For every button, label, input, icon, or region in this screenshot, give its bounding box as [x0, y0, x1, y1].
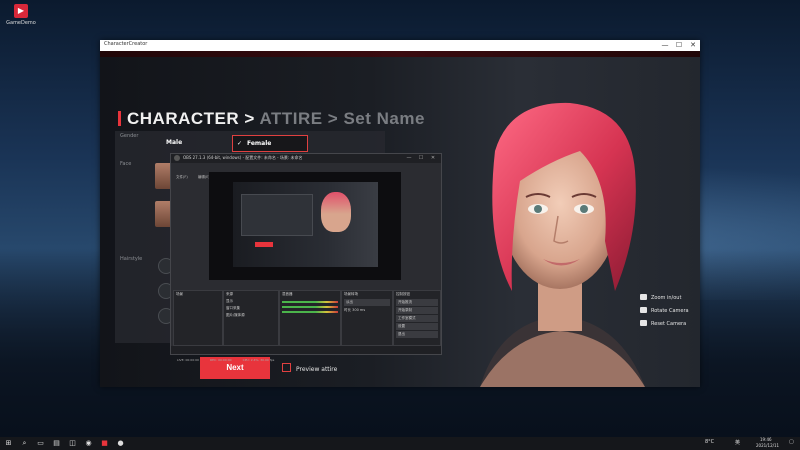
mixer-dock: 混音器 — [279, 290, 341, 346]
breadcrumb-separator: > — [327, 109, 339, 128]
weather-indicator[interactable]: 8°C — [705, 439, 714, 445]
breadcrumb-attire[interactable]: ATTIRE — [259, 109, 322, 128]
menu-file[interactable]: 文件(F) — [176, 175, 188, 179]
obs-statusbar: LIVE: 00:00:00 REC: 00:00:00 CPU: 2.4%, … — [171, 346, 441, 362]
source-item[interactable]: 图片/媒体源 — [224, 312, 278, 319]
game-icon[interactable]: ■ — [100, 439, 109, 448]
gender-male-button[interactable]: Male — [152, 135, 230, 150]
breadcrumb-current: CHARACTER — [127, 109, 240, 128]
breadcrumb: CHARACTER > ATTIRE > Set Name — [118, 109, 425, 129]
start-streaming-button[interactable]: 开始推流 — [396, 299, 438, 306]
explorer-icon[interactable]: ▤ — [52, 439, 61, 448]
close-button[interactable]: ✕ — [686, 40, 700, 51]
breadcrumb-set-name[interactable]: Set Name — [343, 109, 424, 128]
taskbar: ⊞ ⌕ ▭ ▤ ◫ ◉ ■ ● 8°C 英 19:46 2021/12/11 ▢ — [0, 437, 800, 450]
obs-minimize-button[interactable]: — — [404, 154, 414, 163]
sources-dock: 来源 显示 窗口采集 图片/媒体源 — [223, 290, 279, 346]
controls-dock: 控制按钮 开始推流 开始录制 工作室模式 设置 退出 — [393, 290, 441, 346]
scenes-dock: 场景 — [173, 290, 223, 346]
obs-logo-icon — [174, 155, 180, 161]
sources-dock-header: 来源 — [226, 292, 233, 296]
game-app-icon: ▶ — [14, 4, 28, 18]
settings-button[interactable]: 设置 — [396, 323, 438, 330]
source-item[interactable]: 窗口采集 — [224, 305, 278, 312]
audio-meter — [282, 306, 338, 308]
transitions-dock: 场景转场 淡出 时长 300 ms — [341, 290, 393, 346]
mixer-dock-header: 混音器 — [282, 292, 293, 296]
menu-edit[interactable]: 编辑(E) — [198, 175, 210, 179]
start-recording-button[interactable]: 开始录制 — [396, 307, 438, 314]
character-portrait[interactable] — [440, 91, 680, 387]
transitions-dock-header: 场景转场 — [344, 292, 358, 296]
audio-meter — [282, 301, 338, 303]
transition-select[interactable]: 淡出 — [344, 299, 390, 306]
obs-preview-capture — [233, 182, 378, 267]
audio-meter — [282, 311, 338, 313]
obs-close-button[interactable]: ✕ — [428, 154, 438, 163]
task-view-icon[interactable]: ▭ — [36, 439, 45, 448]
source-item[interactable]: 显示 — [224, 298, 278, 305]
window-titlebar[interactable]: CharacterCreator — ☐ ✕ — [100, 40, 700, 51]
duration-label: 时长 — [344, 308, 351, 312]
face-label: Face — [120, 161, 132, 167]
duration-input[interactable]: 300 ms — [352, 308, 365, 312]
clock-date[interactable]: 2021/12/11 — [756, 443, 779, 448]
breadcrumb-separator: > — [244, 109, 255, 128]
language-indicator[interactable]: 英 — [735, 439, 740, 446]
desktop-shortcut-label: GameDemo — [6, 20, 36, 26]
obs-maximize-button[interactable]: ☐ — [416, 154, 426, 163]
nested-next-button — [255, 242, 273, 247]
store-icon[interactable]: ◫ — [68, 439, 77, 448]
hairstyle-label: Hairstyle — [120, 256, 143, 262]
obs-titlebar[interactable]: OBS 27.1.3 (64-bit, windows) - 配置文件: 未命名… — [171, 154, 441, 163]
preview-attire-toggle[interactable]: Preview attire — [282, 363, 337, 373]
obs-window: OBS 27.1.3 (64-bit, windows) - 配置文件: 未命名… — [170, 153, 442, 362]
nested-character — [321, 192, 351, 232]
controls-dock-header: 控制按钮 — [396, 292, 410, 296]
minimize-button[interactable]: — — [658, 40, 672, 51]
gender-female-label: Female — [247, 140, 272, 147]
exit-button[interactable]: 退出 — [396, 331, 438, 338]
obs-icon[interactable]: ● — [116, 439, 125, 448]
gender-female-button[interactable]: ✓ Female — [232, 135, 308, 152]
cpu-status: CPU: 2.4%, 30.00 fps — [242, 358, 275, 362]
scenes-dock-header: 场景 — [176, 292, 183, 296]
breadcrumb-marker — [118, 111, 121, 126]
rec-status: REC: 00:00:00 — [210, 358, 232, 362]
desktop-shortcut[interactable]: ▶ GameDemo — [6, 4, 36, 40]
obs-title: OBS 27.1.3 (64-bit, windows) - 配置文件: 未命名… — [183, 155, 303, 160]
obs-menubar: 文件(F) 编辑(E) 视图(V) 停靠部件(D) 配置文件(P) 场景集合(S… — [171, 163, 441, 179]
check-icon: ✓ — [237, 140, 243, 147]
search-icon[interactable]: ⌕ — [20, 439, 29, 448]
window-title: CharacterCreator — [104, 41, 148, 47]
preview-attire-checkbox[interactable] — [282, 363, 291, 372]
duration-row: 时长 300 ms — [342, 307, 392, 314]
notification-icon[interactable]: ▢ — [789, 439, 794, 445]
top-accent-band — [100, 51, 700, 57]
windows-icon[interactable]: ⊞ — [4, 439, 13, 448]
preview-attire-label: Preview attire — [296, 366, 338, 373]
live-status: LIVE: 00:00:00 — [177, 358, 199, 362]
nested-window — [241, 194, 313, 236]
steam-icon[interactable]: ◉ — [84, 439, 93, 448]
maximize-button[interactable]: ☐ — [672, 40, 686, 51]
studio-mode-button[interactable]: 工作室模式 — [396, 315, 438, 322]
gender-label: Gender — [120, 133, 139, 139]
clock-time[interactable]: 19:46 — [760, 437, 772, 442]
